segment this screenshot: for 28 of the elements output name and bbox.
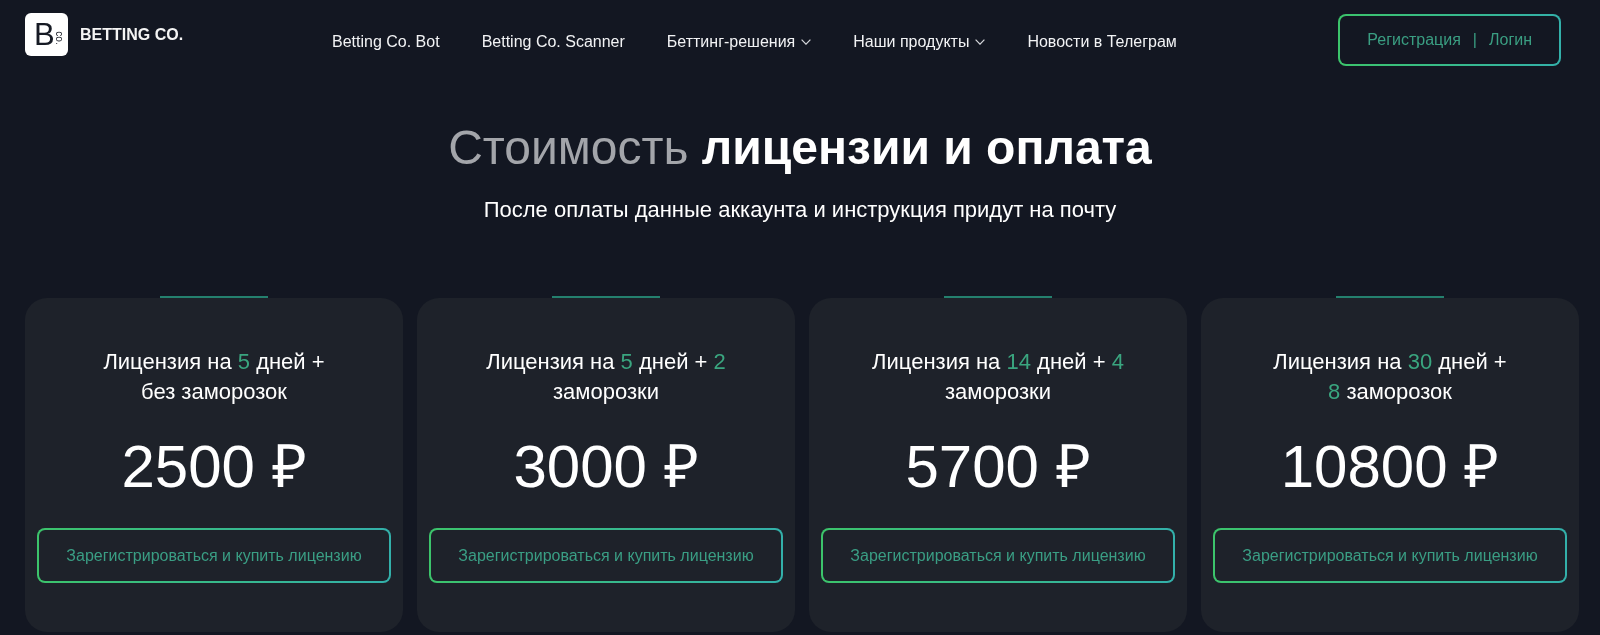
nav-dropdown[interactable]: Наши продукты <box>853 32 986 52</box>
plan-title: Лицензия на 5 дней + без заморозок <box>102 348 326 406</box>
nav-link[interactable]: Betting Co. Scanner <box>481 32 625 52</box>
section-heading: Стоимость лицензии и оплата <box>448 120 1152 176</box>
logo-letter: B <box>34 19 55 50</box>
logo-suffix: co. <box>53 31 64 45</box>
plan-price: 3000 ₽ <box>512 437 700 497</box>
logo-tile[interactable]: B co. <box>25 13 68 56</box>
plan-title: Лицензия на 5 дней + 2 заморозки <box>485 348 727 406</box>
plan-title: Лицензия на 30 дней + 8 заморозок <box>1272 348 1508 406</box>
nav-dropdown[interactable]: Беттинг-решения <box>666 32 812 52</box>
buy-button[interactable]: Зарегистрироваться и купить лицензию <box>37 528 391 583</box>
chevron-down-icon <box>975 39 986 45</box>
nav-link[interactable]: Новости в Телеграм <box>1027 32 1177 52</box>
plan-title: Лицензия на 14 дней + 4 заморозки <box>871 348 1125 406</box>
brand-name: BETTING CO. <box>80 24 184 45</box>
nav-link[interactable]: Betting Co. Bot <box>332 32 440 52</box>
section-subtitle: После оплаты данные аккаунта и инструкция придут на почту <box>483 197 1117 223</box>
login-link[interactable]: Логин <box>1489 30 1532 50</box>
register-link[interactable]: Регистрация <box>1367 30 1461 50</box>
chevron-down-icon <box>801 39 812 45</box>
buy-button[interactable]: Зарегистрироваться и купить лицензию <box>821 528 1175 583</box>
separator-text: | <box>1472 31 1477 49</box>
buy-button[interactable]: Зарегистрироваться и купить лицензию <box>1213 528 1567 583</box>
buy-button[interactable]: Зарегистрироваться и купить лицензию <box>429 528 783 583</box>
plan-price: 10800 ₽ <box>1279 437 1501 497</box>
plan-price: 5700 ₽ <box>904 437 1092 497</box>
plan-price: 2500 ₽ <box>120 437 308 497</box>
